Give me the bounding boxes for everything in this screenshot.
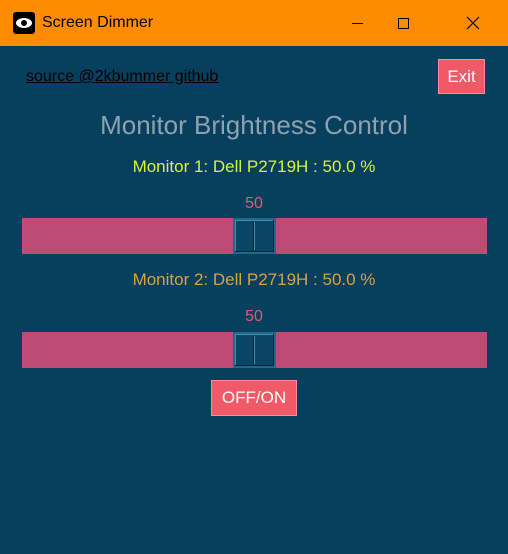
source-link[interactable]: source @2kbummer github bbox=[26, 68, 218, 86]
maximize-button[interactable] bbox=[380, 0, 426, 46]
exit-button[interactable]: Exit bbox=[438, 59, 485, 94]
monitor-2-slider-value: 50 bbox=[245, 308, 263, 325]
monitor-1-slider-value: 50 bbox=[245, 195, 263, 212]
window-title: Screen Dimmer bbox=[42, 14, 154, 31]
monitor-2-label: Monitor 2: Dell P2719H : 50.0 % bbox=[132, 270, 376, 289]
minimize-button[interactable] bbox=[334, 0, 380, 46]
off-on-toggle-button[interactable]: OFF/ON bbox=[211, 380, 297, 416]
monitor-2-slider-handle[interactable] bbox=[233, 332, 276, 368]
monitor-1-brightness-slider[interactable] bbox=[22, 218, 487, 254]
page-title: Monitor Brightness Control bbox=[100, 110, 408, 140]
monitor-1-slider-handle[interactable] bbox=[233, 218, 276, 254]
maximize-icon bbox=[397, 17, 409, 29]
minimize-icon bbox=[351, 22, 363, 24]
close-icon bbox=[466, 16, 480, 30]
monitor-2-brightness-slider[interactable] bbox=[22, 332, 487, 368]
title-bar[interactable]: Screen Dimmer bbox=[0, 0, 508, 46]
close-button[interactable] bbox=[450, 0, 496, 46]
main-panel: source @2kbummer github Exit Monitor Bri… bbox=[0, 46, 508, 554]
monitor-1-label: Monitor 1: Dell P2719H : 50.0 % bbox=[132, 157, 376, 176]
eye-icon bbox=[13, 12, 35, 34]
